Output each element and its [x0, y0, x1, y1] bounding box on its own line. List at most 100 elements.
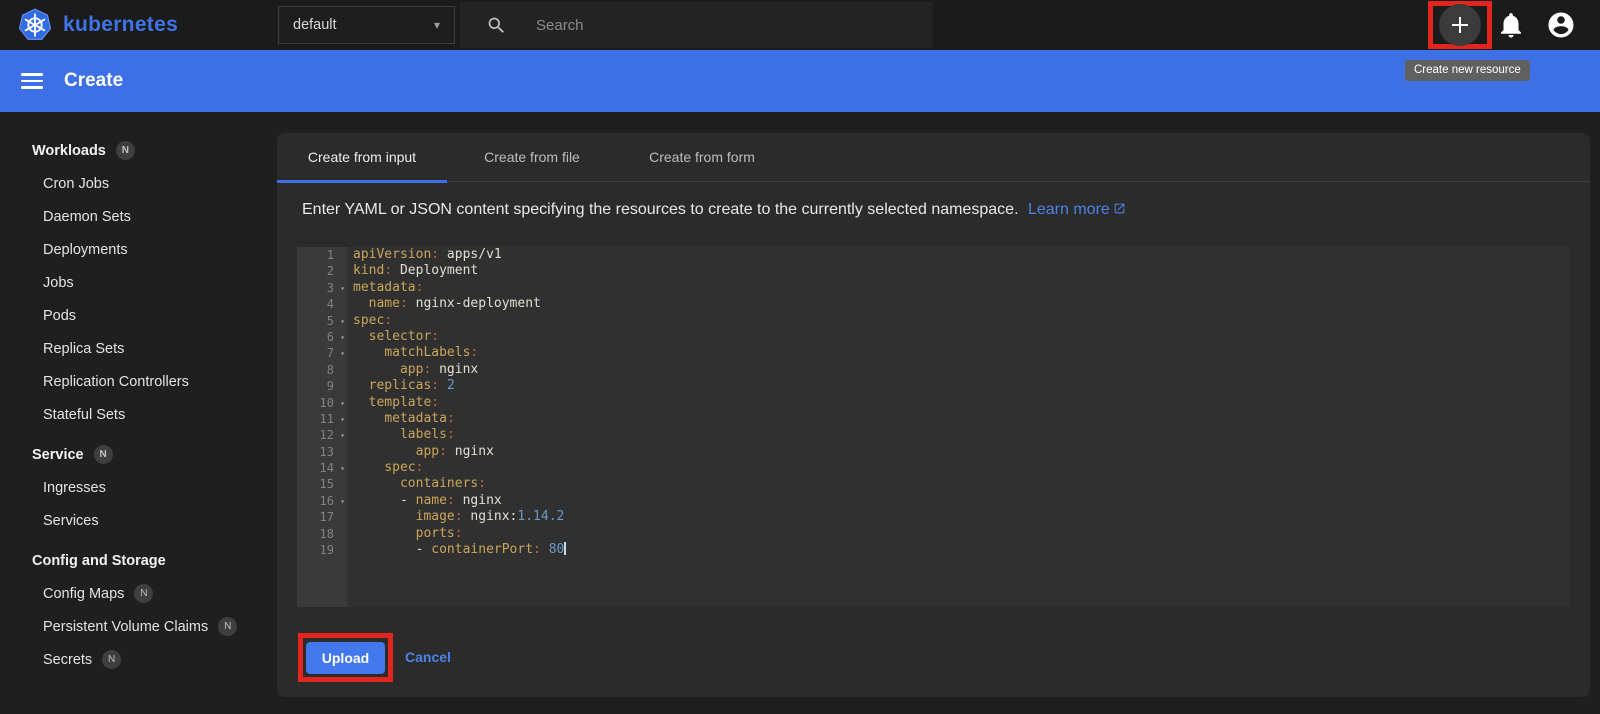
- fold-toggle-icon[interactable]: ▾: [340, 346, 345, 362]
- namespaced-badge: N: [218, 617, 238, 636]
- upload-button[interactable]: Upload: [306, 641, 385, 674]
- sidebar-item-jobs[interactable]: Jobs: [0, 266, 277, 299]
- kubernetes-brand[interactable]: kubernetes: [18, 8, 178, 42]
- tab-create-from-file[interactable]: Create from file: [447, 133, 617, 181]
- line-number: 12 ▾: [297, 427, 347, 443]
- item-label: Stateful Sets: [43, 406, 126, 423]
- line-text: kind: Deployment: [353, 263, 479, 279]
- line-number: 3 ▾: [297, 280, 347, 296]
- line-number: 18: [319, 526, 334, 541]
- sidebar-section-service[interactable]: Service N: [0, 438, 277, 471]
- line-number: 1: [326, 248, 334, 262]
- bell-icon: [1501, 13, 1521, 38]
- sidebar-item-daemon-sets[interactable]: Daemon Sets: [0, 200, 277, 233]
- fold-toggle-icon[interactable]: ▾: [340, 428, 345, 444]
- description-text: Enter YAML or JSON content specifying th…: [302, 201, 1590, 219]
- line-number: 4: [326, 297, 334, 312]
- editor-line: 5 ▾ spec:: [297, 313, 1570, 329]
- sidebar-item-services[interactable]: Services: [0, 504, 277, 537]
- line-number: 17: [319, 510, 334, 525]
- fold-toggle-icon[interactable]: ▾: [340, 412, 345, 428]
- item-label: Persistent Volume Claims: [43, 618, 209, 635]
- item-label: Pods: [43, 307, 77, 324]
- fold-toggle-icon[interactable]: ▾: [340, 461, 345, 477]
- namespaced-badge: N: [134, 584, 154, 603]
- item-label: Secrets: [43, 651, 93, 668]
- sidebar-item-secrets[interactable]: Secrets N: [0, 643, 277, 676]
- line-number: 5 ▾: [297, 313, 347, 329]
- line-text: app: nginx: [415, 443, 494, 459]
- line-text: selector:: [368, 328, 440, 344]
- fold-toggle-icon[interactable]: ▾: [340, 494, 345, 510]
- kubernetes-logo-icon: [18, 8, 52, 40]
- sidebar-item-persistent-volume-claims[interactable]: Persistent Volume Claims N: [0, 610, 277, 643]
- search-icon: [488, 17, 504, 33]
- editor-line: 2 kind: Deployment: [297, 263, 1570, 279]
- tab-create-from-form[interactable]: Create from form: [617, 133, 787, 181]
- tab-bar: Create from input Create from file Create …: [277, 133, 1590, 183]
- sidebar-item-ingresses[interactable]: Ingresses: [0, 471, 277, 504]
- cancel-button[interactable]: Cancel: [405, 641, 451, 673]
- sidebar-item-deployments[interactable]: Deployments: [0, 233, 277, 266]
- search-bar[interactable]: [460, 2, 933, 48]
- line-text: name: nginx-deployment: [368, 296, 541, 312]
- editor-line: 17 image: nginx:1.14.2: [297, 509, 1570, 525]
- account-icon: [1548, 12, 1574, 38]
- hamburger-menu-icon[interactable]: [21, 69, 43, 93]
- notifications-button[interactable]: [1496, 10, 1526, 40]
- line-number: 11 ▾: [297, 411, 347, 427]
- editor-line: 10 ▾ template:: [297, 395, 1570, 411]
- editor-line: 16 ▾ - name: nginx: [297, 493, 1570, 509]
- sidebar-section-workloads[interactable]: Workloads N: [0, 134, 277, 167]
- line-number: 9: [326, 379, 334, 394]
- sidebar-section-config-and-storage[interactable]: Config and Storage: [0, 544, 277, 577]
- sidebar-item-config-maps[interactable]: Config Maps N: [0, 577, 277, 610]
- line-number: 15: [319, 477, 334, 492]
- fold-toggle-icon[interactable]: ▾: [340, 281, 345, 297]
- create-new-resource-button[interactable]: [1439, 4, 1481, 46]
- line-text: spec:: [384, 460, 424, 476]
- brand-wordmark: kubernetes: [63, 13, 179, 36]
- plus-icon: [1452, 17, 1468, 33]
- description-body: Enter YAML or JSON content specifying th…: [302, 201, 1019, 218]
- item-label: Deployments: [43, 241, 128, 258]
- line-text: template:: [368, 394, 440, 410]
- line-number: 6 ▾: [297, 329, 347, 345]
- line-text: spec:: [353, 312, 393, 328]
- editor-line: 18 ports:: [297, 526, 1570, 542]
- sidebar-item-replication-controllers[interactable]: Replication Controllers: [0, 365, 277, 398]
- account-button[interactable]: [1546, 10, 1576, 40]
- item-label: Replica Sets: [43, 340, 125, 357]
- namespace-selector[interactable]: default ▾: [278, 6, 455, 44]
- line-number: 16 ▾: [297, 493, 347, 509]
- tab-create-from-input[interactable]: Create from input: [277, 133, 447, 183]
- line-number: 14 ▾: [297, 460, 347, 476]
- editor-line: 3 ▾ metadata:: [297, 280, 1570, 296]
- item-label: Daemon Sets: [43, 208, 131, 225]
- fold-toggle-icon[interactable]: ▾: [340, 314, 345, 330]
- create-tooltip: Create new resource: [1405, 60, 1530, 81]
- sidebar-item-replica-sets[interactable]: Replica Sets: [0, 332, 277, 365]
- fold-toggle-icon[interactable]: ▾: [340, 330, 345, 346]
- item-label: Ingresses: [43, 479, 106, 496]
- editor-line: 7 ▾ matchLabels:: [297, 345, 1570, 361]
- fold-toggle-icon[interactable]: ▾: [340, 396, 345, 412]
- section-label: Config and Storage: [32, 552, 166, 569]
- learn-more-link[interactable]: Learn more: [1028, 201, 1126, 218]
- line-number: 8: [326, 362, 334, 377]
- line-text: ports:: [415, 525, 463, 541]
- highlight-box-upload-button: Upload: [298, 633, 393, 682]
- sidebar-item-pods[interactable]: Pods: [0, 299, 277, 332]
- dropdown-caret-icon: ▾: [433, 18, 440, 32]
- line-text: metadata:: [384, 410, 455, 426]
- line-text: apiVersion: apps/v1: [353, 247, 502, 262]
- yaml-editor[interactable]: 1 apiVersion: apps/v1 2 kind: Deployment 3 ▾ m…: [297, 247, 1570, 607]
- namespace-value: default: [293, 17, 337, 33]
- search-input[interactable]: [536, 16, 896, 34]
- line-number: 10 ▾: [297, 395, 347, 411]
- external-link-icon: [1114, 203, 1125, 214]
- section-label: Service: [32, 446, 84, 463]
- sidebar-item-stateful-sets[interactable]: Stateful Sets: [0, 398, 277, 431]
- editor-line: 11 ▾ metadata:: [297, 411, 1570, 427]
- sidebar-item-cron-jobs[interactable]: Cron Jobs: [0, 167, 277, 200]
